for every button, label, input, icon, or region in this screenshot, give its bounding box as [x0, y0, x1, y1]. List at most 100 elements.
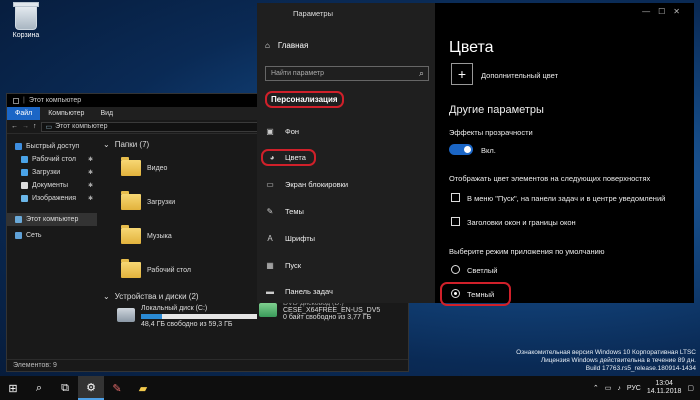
settings-search-input[interactable]: Найти параметр	[265, 66, 429, 81]
transparency-label: Эффекты прозрачности	[449, 128, 533, 137]
custom-color-label[interactable]: Дополнительный цвет	[481, 71, 558, 80]
transparency-state: Вкл.	[481, 146, 496, 155]
taskbar-icon: ▬	[266, 287, 274, 296]
settings-window: Параметры ⌂ Главная Найти параметр Персо…	[257, 3, 694, 306]
windows-start-icon[interactable]: ⊞	[0, 376, 26, 400]
settings-title: Параметры	[293, 9, 333, 18]
app-mode-label: Выберите режим приложения по умолчанию	[449, 247, 605, 256]
language-indicator[interactable]: РУС	[627, 385, 641, 392]
transparency-toggle[interactable]	[449, 144, 473, 155]
nav-item-downloads[interactable]: Загрузки ✱	[7, 166, 97, 179]
nav-item-pictures[interactable]: Изображения ✱	[7, 192, 97, 205]
image-icon: ▣	[266, 127, 274, 136]
settings-gear-icon[interactable]: ⚙	[78, 376, 104, 400]
title-bars-checkbox-label: Заголовки окон и границы окон	[467, 218, 576, 227]
sidebar-item-fonts[interactable]: A Шрифты	[265, 234, 315, 243]
ribbon-tab-file[interactable]: Файл	[7, 107, 41, 120]
network-tray-icon[interactable]: ▭	[605, 384, 612, 392]
chevron-down-icon: ⌄	[103, 139, 110, 149]
devices-group-header[interactable]: ⌄ Устройства и диски (2)	[99, 290, 199, 302]
nav-item-desktop[interactable]: Рабочий стол ✱	[7, 153, 97, 166]
folder-item[interactable]: Музыка	[121, 225, 172, 244]
window-controls[interactable]: —☐✕	[642, 7, 688, 16]
pin-icon: ✱	[87, 170, 93, 176]
home-nav[interactable]: ⌂ Главная	[265, 41, 308, 50]
surfaces-label: Отображать цвет элементов на следующих п…	[449, 174, 651, 183]
drive-c[interactable]: Локальный диск (C:) 48,4 ГБ свободно из …	[117, 305, 257, 328]
ribbon-tab-computer[interactable]: Компьютер	[40, 107, 92, 120]
folder-item[interactable]: Загрузки	[121, 191, 175, 210]
disk-usage-bar	[141, 314, 257, 319]
font-icon: A	[267, 234, 273, 243]
home-icon: ⌂	[265, 41, 270, 50]
sidebar-item-background[interactable]: ▣ Фон	[265, 127, 299, 136]
nav-this-pc[interactable]: Этот компьютер	[7, 213, 97, 226]
document-icon	[21, 182, 28, 189]
windows-watermark: Ознакомительная версия Windows 10 Корпор…	[516, 349, 696, 372]
brush-icon: ✎	[266, 207, 274, 216]
start-taskbar-checkbox-label: В меню "Пуск", на панели задач и в центр…	[467, 194, 666, 203]
pin-icon: ✱	[87, 196, 93, 202]
network-icon	[15, 232, 22, 239]
system-tray: ⌃ ▭ ♪ РУС 13:04 14.11.2018 ▢	[593, 380, 700, 396]
desktop-icon	[21, 156, 28, 163]
other-options-header: Другие параметры	[449, 104, 544, 116]
sidebar-item-start[interactable]: ▦ Пуск	[265, 261, 301, 270]
up-arrow-icon[interactable]: ↑	[33, 123, 37, 130]
taskbar: ⊞ ⌕ ⧉ ⚙ ✎ ▰ ⌃ ▭ ♪ РУС 13:04 14.11.2018 ▢	[0, 376, 700, 400]
light-mode-label: Светлый	[467, 266, 498, 275]
music-folder-icon	[121, 225, 141, 244]
dark-mode-radio[interactable]	[451, 289, 460, 298]
pin-icon: ✱	[87, 157, 93, 163]
recycle-bin-icon	[13, 2, 39, 30]
light-mode-radio[interactable]	[451, 265, 460, 274]
notifications-icon[interactable]: ▢	[687, 384, 694, 392]
sidebar-item-taskbar[interactable]: ▬ Панель задач	[265, 287, 333, 296]
recycle-bin-label: Корзина	[12, 32, 40, 39]
nav-item-documents[interactable]: Документы ✱	[7, 179, 97, 192]
computer-icon	[15, 216, 22, 223]
settings-content: —☐✕ Цвета + Дополнительный цвет Другие п…	[435, 3, 694, 306]
forward-arrow-icon[interactable]: →	[22, 123, 29, 130]
lock-screen-icon: ▭	[266, 180, 274, 189]
explorer-nav-pane: Быстрый доступ Рабочий стол ✱ Загрузки ✱…	[7, 136, 97, 359]
chevron-down-icon: ⌄	[103, 291, 110, 301]
window-icon	[13, 97, 19, 104]
recycle-bin-desktop-icon[interactable]: Корзина	[6, 2, 46, 39]
start-taskbar-checkbox[interactable]	[451, 193, 460, 202]
add-custom-color-button[interactable]: +	[451, 63, 473, 85]
desktop-folder-icon	[121, 259, 141, 278]
ribbon-tab-view[interactable]: Вид	[92, 107, 121, 120]
nav-quick-access[interactable]: Быстрый доступ	[7, 140, 97, 153]
chevron-up-icon[interactable]: ⌃	[593, 384, 599, 392]
downloads-folder-icon	[121, 191, 141, 210]
file-explorer-icon[interactable]: ▰	[130, 376, 156, 400]
back-arrow-icon[interactable]: ←	[11, 123, 18, 130]
explorer-title: Этот компьютер	[28, 97, 82, 104]
search-icon[interactable]: ⌕	[26, 376, 52, 400]
dark-mode-label: Темный	[467, 290, 495, 299]
folder-item[interactable]: Рабочий стол	[121, 259, 191, 278]
clock[interactable]: 13:04 14.11.2018	[647, 380, 682, 396]
status-bar: Элементов: 9	[7, 359, 408, 371]
video-folder-icon	[121, 157, 141, 176]
task-view-icon[interactable]: ⧉	[52, 376, 78, 400]
hard-drive-icon	[117, 308, 135, 322]
star-icon	[15, 143, 22, 150]
sidebar-item-themes[interactable]: ✎ Темы	[265, 207, 304, 216]
section-personalization: Персонализация	[265, 91, 344, 108]
drive-d[interactable]: DVD-дисковод (D:) CESE_X64FREE_EN-US_DV5…	[259, 300, 380, 321]
folder-item[interactable]: Видео	[121, 157, 167, 176]
volume-icon[interactable]: ♪	[617, 385, 621, 392]
palette-icon: ◕	[269, 153, 275, 162]
download-icon	[21, 169, 28, 176]
sidebar-item-lock-screen[interactable]: ▭ Экран блокировки	[265, 180, 348, 189]
computer-icon: ▭	[45, 123, 53, 131]
settings-sidebar: Параметры ⌂ Главная Найти параметр Персо…	[257, 3, 435, 303]
title-bars-checkbox[interactable]	[451, 217, 460, 226]
sidebar-item-colors[interactable]: ◕ Цвета	[261, 149, 316, 166]
address-text: Этот компьютер	[55, 123, 108, 130]
pin-icon: ✱	[87, 183, 93, 189]
paint-icon[interactable]: ✎	[104, 376, 130, 400]
nav-network[interactable]: Сеть	[7, 229, 97, 242]
